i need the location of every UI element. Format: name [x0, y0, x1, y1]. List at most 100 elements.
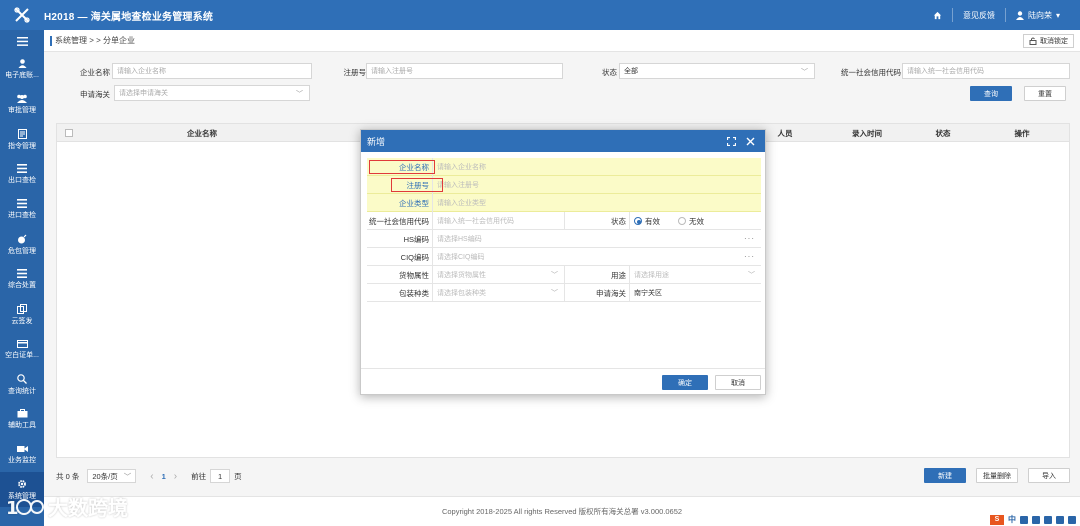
watermark-text: 大数跨境 [48, 498, 128, 520]
select-all-checkbox[interactable] [65, 129, 73, 137]
hs-code-field[interactable]: 请选择HS编码 ··· [433, 230, 761, 248]
more-icon[interactable]: ··· [744, 252, 755, 261]
sidebar-item-disposal[interactable]: 综合处置 [0, 262, 44, 297]
company-type-field[interactable]: 请输入企业类型 [433, 194, 761, 212]
goto-page-input[interactable]: 1 [210, 469, 231, 483]
ime-tray: S 中 [990, 514, 1076, 525]
more-icon[interactable]: ··· [744, 234, 755, 243]
sidebar-item-monitor[interactable]: 业务监控 [0, 437, 44, 472]
import-button[interactable]: 导入 [1028, 468, 1070, 483]
reg-no-input[interactable]: 请输入注册号 [366, 63, 563, 79]
sidebar-item-ledger[interactable]: 电子底账... [0, 52, 44, 87]
maximize-icon[interactable] [727, 136, 736, 146]
confirm-button[interactable]: 确定 [662, 375, 708, 390]
person-icon [18, 59, 26, 68]
dialog-footer: 确定 取消 [361, 368, 765, 395]
goods-attr-select[interactable]: 请选择货物属性 ﹀ [433, 266, 564, 284]
usage-placeholder: 请选择用途 [634, 272, 669, 279]
goto-label: 前往 [191, 471, 207, 481]
keyboard-icon[interactable] [1044, 515, 1052, 524]
sidebar-item-cloud-sign[interactable]: 云签发 [0, 297, 44, 332]
batch-delete-button[interactable]: 批量删除 [976, 468, 1018, 483]
company-name-field-placeholder: 请输入企业名称 [437, 164, 486, 171]
sidebar-item-blank-certificate[interactable]: 空白证单... [0, 332, 44, 367]
footer: Copyright 2018-2025 All rights Reserved … [44, 496, 1080, 526]
company-name-field[interactable]: 请输入企业名称 [433, 158, 761, 176]
sidebar-item-export-inspection[interactable]: 出口查检 [0, 157, 44, 192]
sidebar-item-approval[interactable]: 审批管理 [0, 87, 44, 122]
chevron-down-icon: ﹀ [296, 91, 303, 98]
apply-customs-field-label: 申请海关 [564, 284, 630, 302]
page-size-select[interactable]: 20条/页 ﹀ [87, 469, 137, 483]
sidebar-item-statistics[interactable]: 查询统计 [0, 367, 44, 402]
ciq-code-field-placeholder: 请选择CIQ编码 [437, 254, 485, 261]
query-button[interactable]: 查询 [970, 86, 1012, 101]
sidebar-item-label: 空白证单... [5, 351, 39, 359]
credit-code-placeholder: 请输入统一社会信用代码 [907, 68, 984, 75]
sidebar: 电子底账... 审批管理 指令管理 出口查检 进口查检 危包管理 综合处置 云签… [0, 30, 44, 526]
feedback-link[interactable]: 意见反馈 [951, 8, 1005, 22]
reg-no-placeholder: 请输入注册号 [371, 68, 413, 75]
chevron-down-icon: ﹀ [801, 69, 808, 76]
prev-page-button[interactable]: ‹ [150, 471, 153, 482]
status-select[interactable]: 全部 ﹀ [619, 63, 815, 79]
card-icon [16, 339, 28, 348]
column-header-actions: 操作 [1014, 128, 1030, 138]
package-type-group: 包装种类 请选择包装种类 ﹀ [367, 284, 564, 302]
next-page-button[interactable]: › [174, 471, 177, 482]
sidebar-item-label: 业务监控 [8, 456, 36, 464]
unlock-button[interactable]: 取消锁定 [1023, 34, 1074, 48]
sidebar-item-instruction[interactable]: 指令管理 [0, 122, 44, 157]
reg-no-field[interactable]: 请输入注册号 [433, 176, 761, 194]
app-title: H2018 — 海关属地查检业务管理系统 [44, 11, 214, 23]
sidebar-item-label: 指令管理 [8, 142, 36, 150]
cancel-button[interactable]: 取消 [715, 375, 761, 390]
company-name-placeholder: 请输入企业名称 [117, 68, 166, 75]
skin-icon[interactable] [1056, 515, 1064, 524]
user-menu[interactable]: 陆向荣 ▾ [1004, 8, 1070, 22]
sidebar-item-tools[interactable]: 辅助工具 [0, 402, 44, 437]
dialog-header: 新增 [361, 130, 765, 152]
reset-button[interactable]: 重置 [1024, 86, 1066, 101]
ciq-code-field[interactable]: 请选择CIQ编码 ··· [433, 248, 761, 266]
hs-code-field-placeholder: 请选择HS编码 [437, 236, 482, 243]
feedback-label: 意见反馈 [962, 10, 995, 20]
credit-code-field-label: 统一社会信用代码 [367, 212, 433, 230]
ime-language[interactable]: 中 [1008, 514, 1016, 525]
status-invalid-radio[interactable]: 无效 [678, 216, 704, 227]
bomb-icon [18, 234, 27, 243]
company-type-field-label: 企业类型 [367, 194, 433, 212]
apply-customs-field[interactable]: 南宁关区 [630, 284, 761, 302]
form-row-goods-usage: 货物属性 请选择货物属性 ﹀ 用途 请选择用途 ﹀ [367, 266, 761, 284]
copy-icon [17, 303, 27, 314]
sidebar-item-label: 云签发 [11, 317, 33, 325]
customs-placeholder: 请选择申请海关 [119, 90, 168, 97]
sidebar-item-label: 综合处置 [8, 282, 36, 289]
credit-code-field[interactable]: 请输入统一社会信用代码 [433, 212, 564, 230]
home-icon [933, 11, 942, 19]
usage-select[interactable]: 请选择用途 ﹀ [630, 266, 761, 284]
microphone-icon[interactable] [1032, 515, 1040, 524]
sogou-icon[interactable]: S [990, 514, 1004, 525]
toolbox-icon[interactable] [1068, 515, 1076, 524]
sidebar-item-label: 审批管理 [8, 107, 36, 114]
company-name-input[interactable]: 请输入企业名称 [112, 63, 312, 79]
ciq-code-field-label: CIQ编码 [367, 248, 433, 266]
sidebar-item-import-inspection[interactable]: 进口查检 [0, 192, 44, 227]
menu-toggle-button[interactable] [0, 30, 44, 52]
home-button[interactable] [923, 8, 952, 22]
sidebar-item-hazard-package[interactable]: 危包管理 [0, 227, 44, 262]
unlock-label: 取消锁定 [1040, 38, 1068, 45]
package-type-select[interactable]: 请选择包装种类 ﹀ [433, 284, 564, 302]
customs-select[interactable]: 请选择申请海关 ﹀ [114, 85, 310, 101]
user-name: 陆向荣 [1027, 10, 1052, 20]
watermark-logo-icon: 1 [6, 498, 44, 518]
new-button[interactable]: 新建 [924, 468, 966, 483]
current-page[interactable]: 1 [162, 472, 166, 481]
chevron-down-icon: ﹀ [551, 290, 558, 297]
close-icon[interactable] [746, 137, 755, 146]
credit-code-input[interactable]: 请输入统一社会信用代码 [902, 63, 1070, 79]
pagination: 共 0 条 20条/页 ﹀ ‹ 1 › 前往 1 页 新建 批量删除 导入 [56, 466, 1070, 486]
punctuation-icon[interactable] [1020, 515, 1028, 524]
status-valid-radio[interactable]: 有效 [634, 216, 660, 227]
